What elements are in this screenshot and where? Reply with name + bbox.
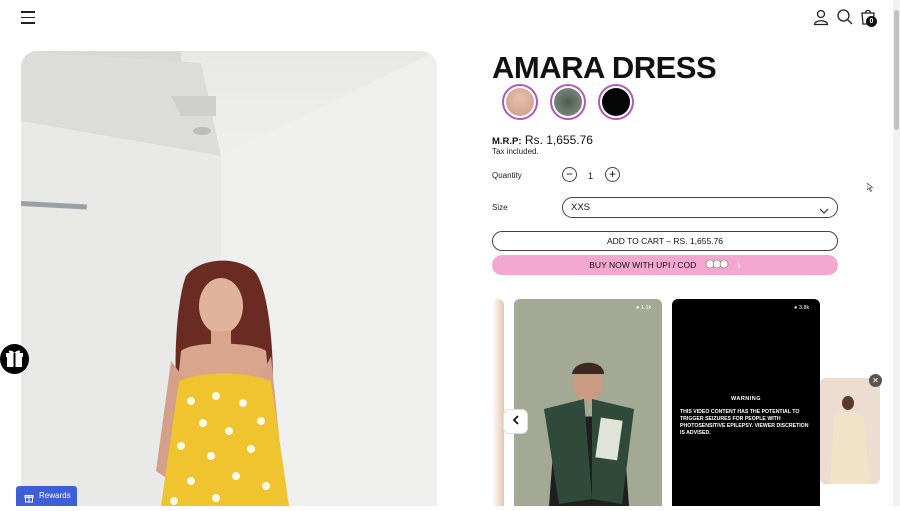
add-to-cart-button[interactable]: ADD TO CART – RS. 1,655.76 (492, 231, 838, 251)
size-selected-value: XXS (571, 202, 591, 213)
payment-icons (705, 256, 729, 276)
chevron-right-icon: › (737, 259, 741, 272)
user-icon[interactable] (812, 8, 830, 26)
eye-icon: ● (794, 305, 798, 311)
reel-warning-title: WARNING (730, 396, 762, 402)
scrollbar-thumb[interactable] (894, 10, 899, 130)
rewards-label: Rewards (39, 491, 71, 500)
product-price: Rs. 1,655.76 (524, 133, 593, 147)
mouse-cursor-icon (866, 179, 874, 197)
quantity-increase-button[interactable]: + (605, 167, 620, 182)
gift-icon (6, 350, 23, 367)
reel-2-view-count: ● 3.8k (794, 305, 810, 311)
quantity-label: Quantity (492, 171, 522, 180)
quantity-value[interactable]: 1 (588, 171, 593, 181)
rewards-button[interactable]: Rewards (16, 486, 77, 506)
tax-note: Tax included. (492, 147, 539, 156)
buy-now-upi-cod-button[interactable]: BUY NOW WITH UPI / COD › (492, 255, 838, 275)
size-label: Size (492, 203, 508, 212)
reel-warning-text: THIS VIDEO CONTENT HAS THE POTENTIAL TO … (680, 409, 809, 436)
mrp-label: M.R.P: (492, 136, 522, 147)
chevron-down-icon (819, 203, 829, 222)
reel-card-1[interactable] (514, 299, 662, 506)
floating-video-widget[interactable] (820, 378, 880, 484)
search-icon[interactable] (836, 8, 854, 26)
menu-icon[interactable] (21, 11, 35, 24)
reel-card-partial[interactable] (492, 299, 504, 506)
cart-count-badge: 0 (866, 16, 877, 27)
gift-button[interactable] (0, 344, 29, 374)
variant-swatch-2[interactable] (550, 84, 586, 120)
buy-now-label: BUY NOW WITH UPI / COD (589, 260, 697, 270)
variant-swatch-3[interactable] (598, 84, 634, 120)
carousel-prev-button[interactable] (503, 409, 528, 434)
close-icon[interactable]: ✕ (869, 374, 882, 387)
product-image[interactable] (21, 51, 437, 506)
price-row: M.R.P: Rs. 1,655.76 (492, 133, 593, 147)
size-select[interactable]: XXS (562, 197, 838, 218)
chevron-left-icon (512, 415, 519, 425)
product-title: AMARA DRESS (492, 50, 717, 85)
reel-1-view-count: ● 1.1k (636, 305, 652, 311)
gift-icon (24, 491, 34, 511)
quantity-decrease-button[interactable]: − (562, 167, 577, 182)
eye-icon: ● (636, 305, 640, 311)
reel-card-2[interactable] (672, 299, 820, 506)
variant-swatch-1[interactable] (502, 84, 538, 120)
